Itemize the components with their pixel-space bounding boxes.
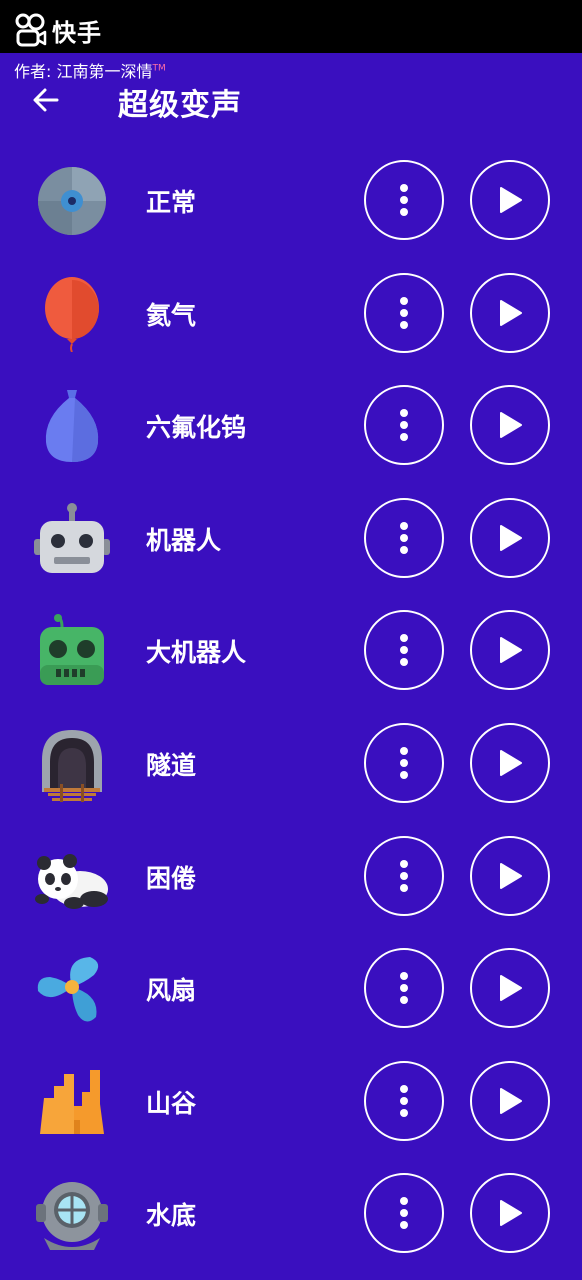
play-icon: [500, 412, 522, 439]
kuaishou-logo-icon: [15, 13, 47, 47]
play-icon: [500, 524, 522, 551]
valley-icon: [40, 1069, 104, 1134]
fan-icon: [37, 957, 99, 1022]
panda-icon: [35, 853, 108, 909]
cd-icon: [38, 167, 106, 235]
more-vertical-icon: [400, 1197, 408, 1230]
play-button[interactable]: [470, 1060, 550, 1141]
more-options-button[interactable]: [364, 1173, 444, 1254]
voice-row-valley: 山谷: [0, 1046, 582, 1159]
voice-row-robot: 机器人: [0, 483, 582, 596]
play-button[interactable]: [470, 272, 550, 353]
trademark-mark: TM: [152, 63, 166, 74]
play-icon: [500, 862, 522, 889]
voice-label: 氦气: [146, 300, 197, 330]
voice-label: 山谷: [146, 1088, 197, 1118]
voice-label: 正常: [146, 188, 197, 217]
more-options-button[interactable]: [364, 1060, 444, 1141]
more-options-button[interactable]: [364, 160, 444, 240]
author-text: 作者: 江南第一深情: [14, 62, 153, 81]
play-icon: [500, 749, 522, 776]
voice-row-fan: 风扇: [0, 933, 582, 1046]
tunnel-icon: [42, 729, 102, 802]
play-button[interactable]: [470, 722, 550, 803]
voice-list: 正常 氦气 六氟化钨 机器人 大机器人 隧道 困倦 风扇 山谷 水底: [0, 145, 582, 1271]
voice-label: 大机器人: [146, 638, 247, 668]
play-icon: [500, 1087, 522, 1114]
more-options-button[interactable]: [364, 385, 444, 466]
voice-label: 水底: [146, 1201, 197, 1231]
play-icon: [500, 299, 522, 326]
voice-label: 隧道: [146, 750, 197, 780]
more-vertical-icon: [400, 296, 408, 329]
voice-row-underwater: 水底: [0, 1158, 582, 1271]
voice-row-normal: 正常: [0, 145, 582, 258]
play-button[interactable]: [470, 610, 550, 691]
play-button[interactable]: [470, 948, 550, 1029]
more-vertical-icon: [400, 746, 408, 779]
voice-label: 六氟化钨: [146, 413, 247, 443]
play-icon: [500, 1200, 522, 1227]
play-button[interactable]: [470, 160, 550, 240]
blue-balloon-icon: [45, 390, 99, 463]
more-vertical-icon: [400, 859, 408, 892]
play-button[interactable]: [470, 385, 550, 466]
more-vertical-icon: [400, 1084, 408, 1117]
green-robot-icon: [40, 614, 104, 686]
more-vertical-icon: [400, 409, 408, 442]
more-vertical-icon: [400, 972, 408, 1005]
more-options-button[interactable]: [364, 948, 444, 1029]
author-credit: 作者: 江南第一深情TM: [14, 58, 166, 82]
play-button[interactable]: [470, 497, 550, 578]
play-icon: [500, 637, 522, 664]
more-options-button[interactable]: [364, 610, 444, 691]
play-icon: [500, 975, 522, 1002]
voice-row-helium: 氦气: [0, 258, 582, 371]
play-button[interactable]: [470, 1173, 550, 1254]
voice-label: 机器人: [146, 525, 222, 555]
robot-icon: [34, 502, 110, 573]
voice-row-big-robot: 大机器人: [0, 595, 582, 708]
back-button[interactable]: [28, 82, 64, 118]
voice-row-sf6: 六氟化钨: [0, 370, 582, 483]
play-icon: [500, 187, 522, 213]
page-title: 超级变声: [118, 88, 242, 123]
red-balloon-icon: [45, 276, 99, 352]
more-options-button[interactable]: [364, 272, 444, 353]
voice-row-tunnel: 隧道: [0, 708, 582, 821]
arrow-left-icon: [33, 88, 59, 112]
diving-helmet-icon: [36, 1182, 108, 1251]
watermark-bar: 快手: [0, 0, 582, 53]
play-button[interactable]: [470, 835, 550, 916]
voice-label: 困倦: [146, 863, 197, 893]
more-options-button[interactable]: [364, 722, 444, 803]
more-vertical-icon: [400, 521, 408, 554]
more-vertical-icon: [400, 634, 408, 667]
more-options-button[interactable]: [364, 497, 444, 578]
more-options-button[interactable]: [364, 835, 444, 916]
brand: 快手: [14, 12, 102, 48]
voice-row-sleepy: 困倦: [0, 821, 582, 934]
more-vertical-icon: [400, 184, 408, 216]
brand-name: 快手: [52, 18, 102, 47]
voice-label: 风扇: [146, 976, 197, 1006]
